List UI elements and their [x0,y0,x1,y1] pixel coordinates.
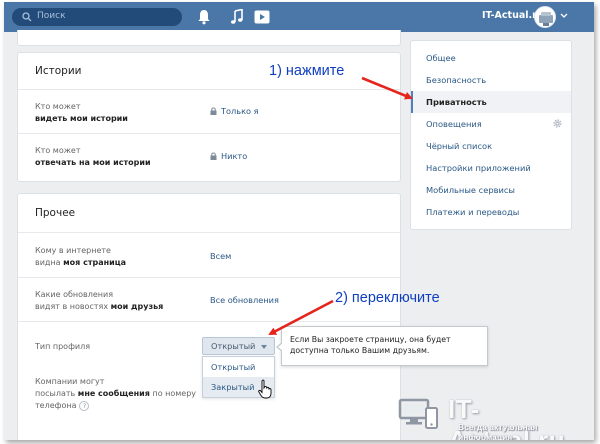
tooltip-line-1: Если Вы закроете страницу, она будет [290,335,451,344]
watermark-subtitle: Всегда актуальная информация [458,422,538,440]
menu-item-mobile-services[interactable]: Мобильные сервисы [411,179,571,201]
lock-icon [210,152,217,160]
menu-item-notifications[interactable]: Оповещения [411,113,571,135]
play-icon[interactable] [254,10,270,24]
menu-item-security[interactable]: Безопасность [411,69,571,91]
news-updates-value[interactable]: Все обновления [210,295,279,305]
settings-menu: Общее Безопасность Приватность Оповещени… [410,40,572,230]
tooltip-line-2: доступна только Вашим друзьям. [290,346,430,355]
annotation-step-2: 2) переключите [335,290,440,306]
card-previous-section [17,30,401,46]
search-icon [22,12,32,22]
tooltip-arrow-inner [278,343,283,351]
option-open[interactable]: Открытый [203,357,274,377]
menu-item-privacy[interactable]: Приватность [411,91,571,113]
divider [18,277,400,278]
caret-down-icon [261,345,267,349]
companies-messages-label: Компании могут посылать мне сообщения по… [35,377,197,411]
profile-type-dropdown[interactable]: Открытый [202,337,275,355]
avatar[interactable] [534,6,556,28]
menu-item-general[interactable]: Общее [411,47,571,69]
stories-reply-value[interactable]: Никто [210,151,247,161]
profile-type-tooltip: Если Вы закроете страницу, она будет дос… [276,326,488,366]
watermark-logo [398,398,438,429]
menu-item-payments[interactable]: Платежи и переводы [411,201,571,223]
search-placeholder: Поиск [37,11,66,21]
divider [18,89,400,90]
avatar-image [539,12,553,26]
divider [18,232,400,233]
page-visibility-value[interactable]: Всем [210,251,231,261]
menu-item-app-settings[interactable]: Настройки приложений [411,157,571,179]
search-input[interactable]: Поиск [12,8,182,26]
card-other: Прочее Кому в интернете видна моя страни… [17,193,401,440]
divider [18,133,400,134]
news-updates-label: Какие обновления видят в новостях мои др… [35,290,164,311]
help-icon[interactable]: ? [79,401,90,411]
bell-icon[interactable] [197,9,211,25]
screenshot-stage: Поиск IT-Actual.ru Истории Кто может вид… [4,2,594,440]
divider [18,321,400,322]
menu-item-blacklist[interactable]: Чёрный список [411,135,571,157]
chevron-down-icon[interactable] [560,13,568,19]
top-bar: Поиск IT-Actual.ru [4,2,594,32]
music-icon[interactable] [230,9,244,25]
stories-reply-label: Кто может отвечать на мои истории [35,146,151,167]
menu-item-notifications-label: Оповещения [426,119,482,129]
profile-type-selected: Открытый [211,341,256,351]
stories-view-value[interactable]: Только я [210,106,259,116]
stories-view-label: Кто может видеть мои истории [35,102,128,123]
stories-title: Истории [35,65,82,77]
lock-icon [210,107,217,115]
annotation-step-1: 1) нажмите [269,63,345,79]
page-visibility-label: Кому в интернете видна моя страница [35,246,127,267]
gear-icon[interactable] [552,118,563,129]
other-title: Прочее [35,207,76,219]
profile-type-label: Тип профиля [35,342,91,351]
hand-cursor-icon [258,379,272,399]
